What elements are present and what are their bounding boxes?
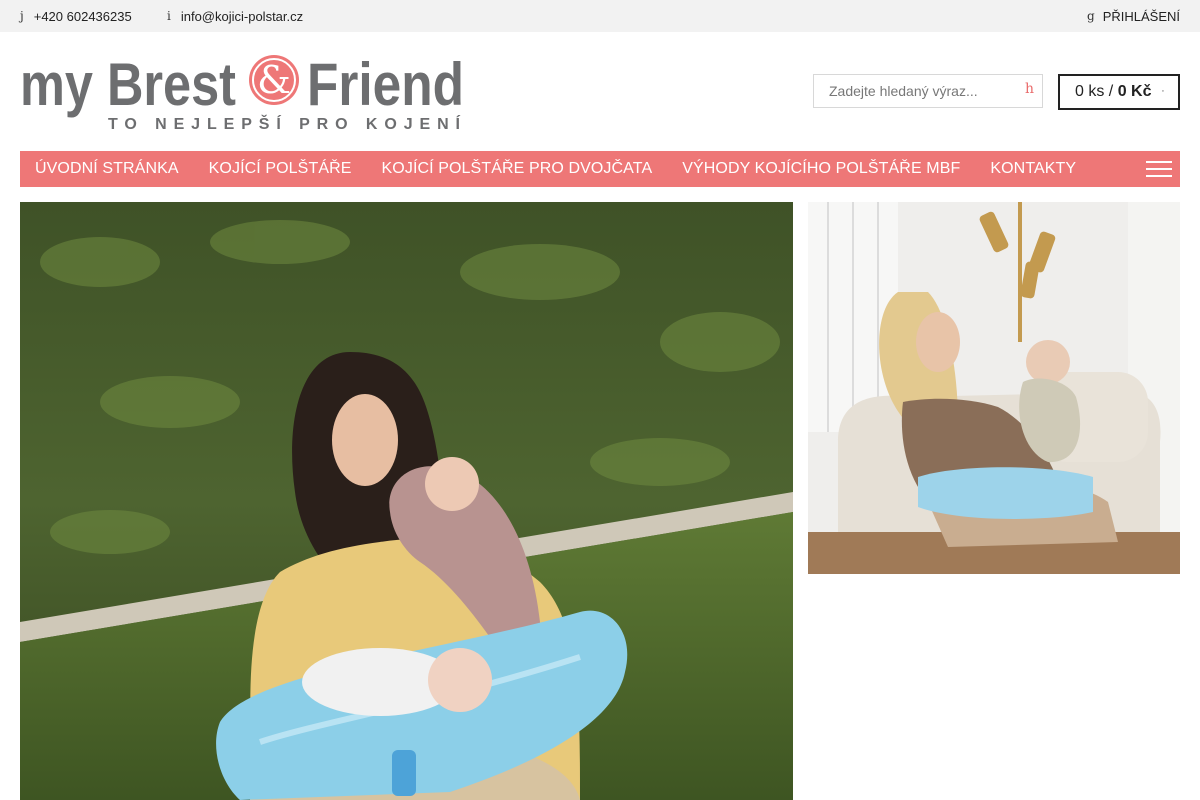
logo-ampersand-icon: &	[249, 55, 299, 105]
logo-graphic: my Brest & Friend TO NEJLEPŠÍ PRO KOJENÍ	[20, 51, 464, 133]
hamburger-icon[interactable]	[1146, 161, 1172, 177]
logo-tagline: TO NEJLEPŠÍ PRO KOJENÍ	[108, 114, 461, 133]
cart-separator: /	[1104, 83, 1118, 100]
email-icon: i	[167, 9, 171, 23]
search-box: h	[813, 74, 1043, 108]
cart-count: 0 ks	[1075, 83, 1105, 100]
phone-link[interactable]: j +420 602436235	[20, 0, 132, 32]
nav-item-home[interactable]: ÚVODNÍ STRÁNKA	[35, 160, 179, 178]
nav-item-benefits[interactable]: VÝHODY KOJÍCÍHO POLŠTÁŘE MBF	[682, 160, 960, 178]
site-logo[interactable]: my Brest & Friend TO NEJLEPŠÍ PRO KOJENÍ	[20, 45, 464, 137]
nav-item-pillows[interactable]: KOJÍCÍ POLŠTÁŘE	[209, 160, 352, 178]
phone-icon: j	[20, 9, 24, 23]
search-input[interactable]	[814, 76, 1004, 106]
side-banner-image[interactable]	[808, 202, 1180, 574]
user-icon: g	[1087, 9, 1095, 23]
main-nav: ÚVODNÍ STRÁNKA KOJÍCÍ POLŠTÁŘE KOJÍCÍ PO…	[20, 151, 1180, 187]
login-label[interactable]: PŘIHLÁŠENÍ	[1103, 9, 1180, 24]
cart-button[interactable]: 0 ks / 0 Kč ◦	[1058, 74, 1180, 110]
cart-icon: ◦	[1161, 88, 1164, 95]
search-icon[interactable]: h	[1025, 81, 1034, 97]
svg-text:&: &	[257, 58, 291, 102]
login-link[interactable]: g PŘIHLÁŠENÍ	[1087, 0, 1180, 32]
main-banner-image[interactable]	[20, 202, 793, 800]
nav-item-twin-pillows[interactable]: KOJÍCÍ POLŠTÁŘE PRO DVOJČATA	[382, 160, 653, 178]
phone-number[interactable]: +420 602436235	[34, 9, 132, 24]
logo-word-friend: Friend	[307, 51, 464, 118]
email-address[interactable]: info@kojici-polstar.cz	[181, 9, 303, 24]
cart-total: 0 Kč	[1117, 83, 1152, 100]
top-bar: j +420 602436235 i info@kojici-polstar.c…	[0, 0, 1200, 32]
nav-item-contacts[interactable]: KONTAKTY	[990, 160, 1076, 178]
email-link[interactable]: i info@kojici-polstar.cz	[167, 0, 303, 32]
logo-word-mybrest: my Brest	[20, 51, 236, 118]
